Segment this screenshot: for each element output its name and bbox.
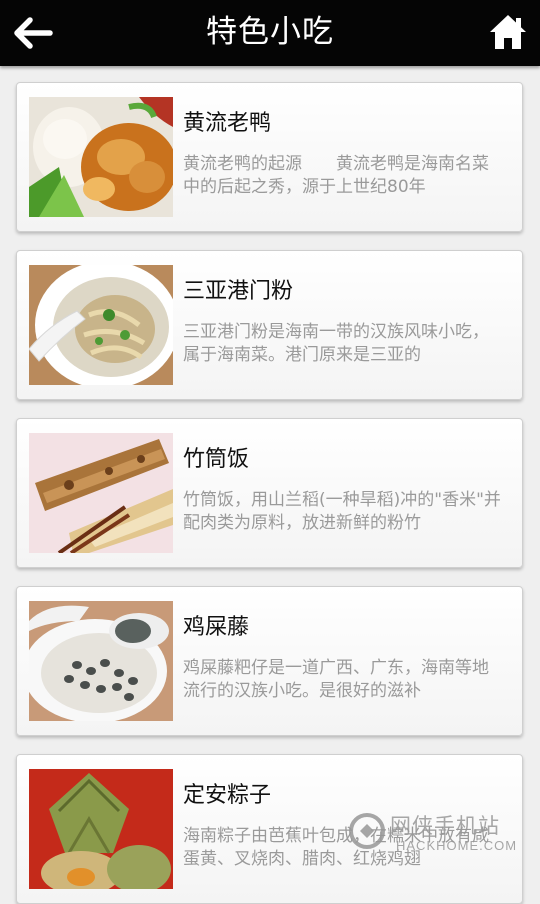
page-title: 特色小吃 [206, 14, 334, 50]
item-description: 竹筒饭，用山兰稻(一种旱稻)冲的"香米"并配肉类为原料，放进新鲜的粉竹 [183, 490, 501, 533]
item-description: 鸡屎藤粑仔是一道广西、广东，海南等地流行的汉族小吃。是很好的滋补 [183, 658, 489, 701]
list-item[interactable]: 三亚港门粉 三亚港门粉是海南一带的汉族风味小吃，属于海南菜。港门原来是三亚的 [16, 250, 523, 400]
duck-rice-image [29, 97, 173, 217]
home-button[interactable] [488, 12, 528, 52]
item-title: 竹筒饭 [183, 447, 250, 472]
item-title: 黄流老鸭 [183, 111, 272, 136]
bamboo-rice-image [29, 433, 173, 553]
list-item[interactable]: 竹筒饭 竹筒饭，用山兰稻(一种旱稻)冲的"香米"并配肉类为原料，放进新鲜的粉竹 [16, 418, 523, 568]
top-bar: 特色小吃 [0, 0, 540, 66]
dessert-bowl-image [29, 601, 173, 721]
item-title: 定安粽子 [183, 783, 272, 808]
noodle-soup-image [29, 265, 173, 385]
list-item[interactable]: 鸡屎藤 鸡屎藤粑仔是一道广西、广东，海南等地流行的汉族小吃。是很好的滋补 [16, 586, 523, 736]
item-description: 海南粽子由芭蕉叶包成，在糯米中放有咸蛋黄、叉烧肉、腊肉、红烧鸡翅 [183, 826, 489, 869]
item-title: 鸡屎藤 [183, 615, 250, 640]
home-icon [490, 15, 526, 49]
item-title: 三亚港门粉 [183, 279, 294, 304]
list-item[interactable]: 定安粽子 海南粽子由芭蕉叶包成，在糯米中放有咸蛋黄、叉烧肉、腊肉、红烧鸡翅 [16, 754, 523, 904]
list-item[interactable]: 黄流老鸭 黄流老鸭的起源 黄流老鸭是海南名菜中的后起之秀，源于上世纪80年 [16, 82, 523, 232]
item-description: 三亚港门粉是海南一带的汉族风味小吃，属于海南菜。港门原来是三亚的 [183, 322, 489, 365]
item-description: 黄流老鸭的起源 黄流老鸭是海南名菜中的后起之秀，源于上世纪80年 [183, 154, 489, 197]
zongzi-image [29, 769, 173, 889]
